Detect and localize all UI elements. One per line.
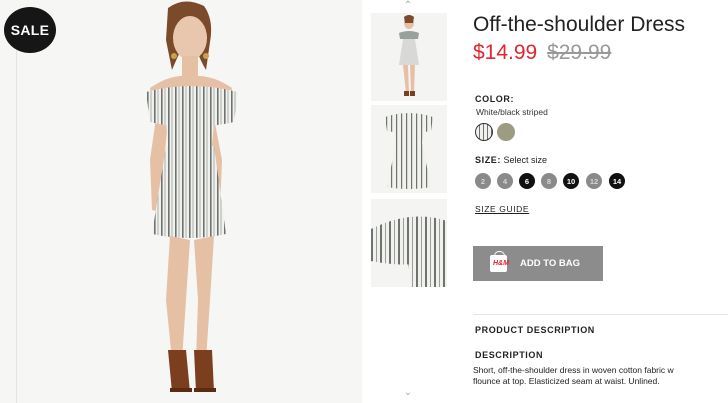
section-divider [473, 314, 728, 315]
price-block: $14.99 $29.99 [473, 41, 611, 65]
size-option-10[interactable]: 10 [563, 173, 579, 189]
add-to-bag-label: ADD TO BAG [520, 258, 580, 269]
color-swatch-white-black-striped[interactable] [475, 123, 493, 141]
product-title: Off-the-shoulder Dress [473, 13, 686, 36]
sale-badge: SALE [4, 7, 56, 53]
color-value: White/black striped [476, 107, 548, 117]
product-description-heading[interactable]: PRODUCT DESCRIPTION [475, 325, 595, 335]
size-option-4[interactable]: 4 [497, 173, 513, 189]
thumbnail-1[interactable] [371, 13, 447, 101]
size-option-12[interactable]: 12 [586, 173, 602, 189]
sale-price: $14.99 [473, 41, 538, 64]
thumbnail-3[interactable] [371, 199, 447, 287]
chevron-up-icon[interactable]: ⌃ [402, 1, 414, 11]
chevron-down-icon[interactable]: ⌄ [402, 388, 414, 398]
color-swatch-khaki[interactable] [497, 123, 515, 141]
description-label: DESCRIPTION [475, 350, 544, 360]
image-left-divider [16, 40, 17, 403]
shopping-bag-icon: H&M [490, 251, 509, 272]
size-option-6[interactable]: 6 [519, 173, 535, 189]
color-label: COLOR: [475, 94, 515, 104]
size-option-8[interactable]: 8 [541, 173, 557, 189]
description-text: Short, off-the-shoulder dress in woven c… [473, 365, 674, 386]
add-to-bag-button[interactable]: H&M ADD TO BAG [473, 246, 603, 281]
model-photo [0, 0, 362, 403]
size-option-2[interactable]: 2 [475, 173, 491, 189]
size-label: SIZE: Select size [475, 155, 548, 165]
size-guide-link[interactable]: SIZE GUIDE [475, 204, 529, 214]
thumbnail-2[interactable] [371, 105, 447, 193]
product-info-panel: Off-the-shoulder Dress $14.99 $29.99 COL… [473, 0, 728, 403]
original-price: $29.99 [547, 41, 612, 64]
main-product-image[interactable] [0, 0, 362, 403]
size-option-14[interactable]: 14 [609, 173, 625, 189]
size-prompt: Select size [503, 155, 548, 165]
thumbnail-strip: ⌃ ⌄ [368, 0, 448, 403]
